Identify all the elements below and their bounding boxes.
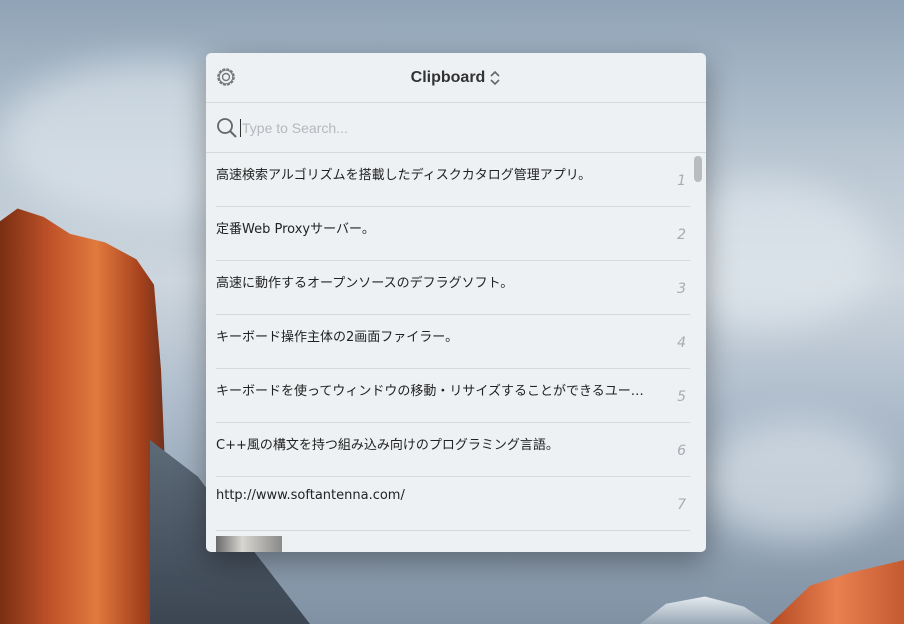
- image-thumbnail-item[interactable]: [216, 536, 282, 552]
- gear-icon[interactable]: [216, 67, 236, 87]
- item-index: 2: [677, 227, 686, 243]
- item-text: http://www.softantenna.com/: [216, 488, 405, 503]
- search-input[interactable]: [240, 118, 684, 137]
- header: Clipboard: [206, 53, 706, 103]
- item-index: 6: [677, 443, 686, 459]
- item-text: キーボード操作主体の2画面ファイラー。: [216, 330, 459, 345]
- item-text: 高速に動作するオープンソースのデフラグソフト。: [216, 276, 514, 291]
- list-item[interactable]: C++風の構文を持つ組み込み向けのプログラミング言語。 6: [216, 423, 690, 477]
- item-index: 4: [677, 335, 686, 351]
- wallpaper-cliff-right: [770, 560, 904, 624]
- item-index: 1: [677, 173, 686, 189]
- item-text: 定番Web Proxyサーバー。: [216, 222, 375, 237]
- cloud: [700, 420, 894, 540]
- list-item[interactable]: 高速に動作するオープンソースのデフラグソフト。 3: [216, 261, 690, 315]
- item-text: C++風の構文を持つ組み込み向けのプログラミング言語。: [216, 438, 559, 453]
- wallpaper-mountain: [640, 596, 770, 624]
- list-item[interactable]: 高速検索アルゴリズムを搭載したディスクカタログ管理アプリ。 1: [216, 153, 690, 207]
- chevron-up-down-icon[interactable]: [489, 69, 501, 87]
- scrollbar[interactable]: [694, 156, 702, 182]
- list-item[interactable]: キーボード操作主体の2画面ファイラー。 4: [216, 315, 690, 369]
- list-item[interactable]: http://www.softantenna.com/7: [216, 477, 690, 531]
- clipboard-list: 高速検索アルゴリズムを搭載したディスクカタログ管理アプリ。 1 定番Web Pro…: [206, 153, 706, 552]
- wallpaper-cliff: [0, 208, 175, 624]
- list-item[interactable]: キーボードを使ってウィンドウの移動・リサイズすることができるユーテ… 5: [216, 369, 690, 423]
- search-bar: [206, 103, 706, 153]
- item-text: 高速検索アルゴリズムを搭載したディスクカタログ管理アプリ。: [216, 168, 592, 183]
- clipboard-panel: Clipboard 高速検索アルゴリズムを搭載したディスクカタログ管理アプリ。 1…: [206, 53, 706, 552]
- item-index: 5: [677, 389, 686, 405]
- list-item[interactable]: 定番Web Proxyサーバー。 2: [216, 207, 690, 261]
- item-text: キーボードを使ってウィンドウの移動・リサイズすることができるユーテ…: [216, 384, 656, 399]
- item-index: 7: [677, 497, 686, 513]
- search-icon: [217, 117, 237, 138]
- item-index: 3: [677, 281, 686, 297]
- clipboard-title[interactable]: Clipboard: [411, 69, 486, 87]
